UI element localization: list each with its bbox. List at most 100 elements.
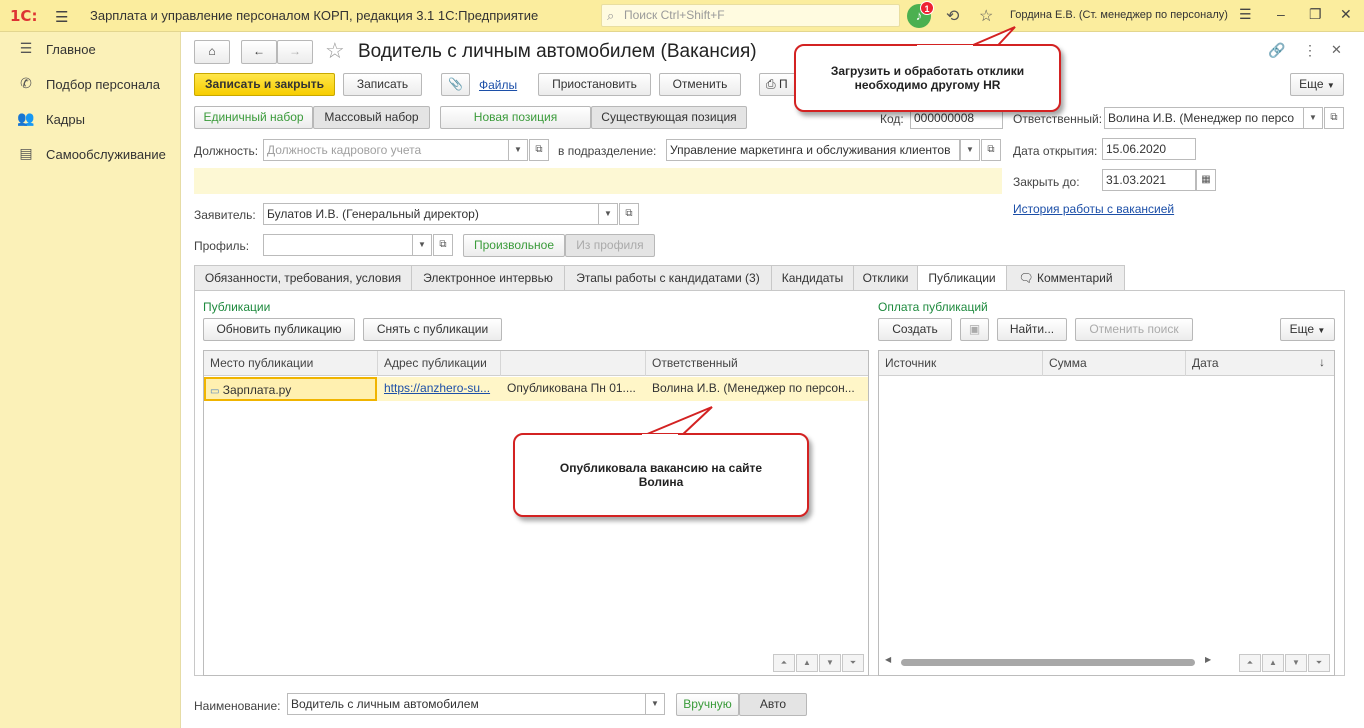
forward-button[interactable]: →: [277, 40, 313, 64]
more-vert-icon[interactable]: ⋮: [1303, 42, 1317, 59]
chevron-down-icon: ▼: [514, 145, 522, 154]
sidebar-item-selfservice[interactable]: ▤ Самообслуживание: [0, 140, 181, 170]
col-responsible[interactable]: Ответственный: [646, 351, 868, 376]
tab-stages[interactable]: Этапы работы с кандидатами (3): [564, 265, 772, 291]
place-cell[interactable]: ▭ Зарплата.ру: [204, 377, 377, 401]
applicant-field[interactable]: Булатов И.В. (Генеральный директор): [263, 203, 599, 225]
attach-button[interactable]: 📎: [441, 73, 470, 96]
position-dropdown[interactable]: ▼: [508, 139, 528, 161]
create-button[interactable]: Создать: [878, 318, 952, 341]
arrow-left-icon: ←: [253, 44, 265, 58]
name-dropdown[interactable]: ▼: [645, 693, 665, 715]
update-publication-button[interactable]: Обновить публикацию: [203, 318, 355, 341]
col-status[interactable]: [501, 351, 646, 376]
sort-desc-icon[interactable]: ↓: [1319, 355, 1325, 369]
existing-position-toggle[interactable]: Существующая позиция: [591, 106, 747, 129]
sidebar-item-main[interactable]: ☰ Главное: [0, 35, 181, 65]
col-address[interactable]: Адрес публикации: [378, 351, 501, 376]
back-button[interactable]: ←: [241, 40, 277, 64]
sidebar-item-label: Кадры: [46, 112, 85, 127]
open-date-field[interactable]: 15.06.2020: [1102, 138, 1196, 160]
tab-candidates[interactable]: Кандидаты: [771, 265, 854, 291]
cancel-search-button[interactable]: Отменить поиск: [1075, 318, 1193, 341]
files-link[interactable]: Файлы: [479, 78, 517, 92]
calendar-button[interactable]: ▦: [1196, 169, 1216, 191]
minimize-icon[interactable]: –: [1277, 6, 1285, 22]
settings-lines-icon[interactable]: ☰: [1239, 6, 1252, 23]
name-auto-toggle[interactable]: Авто: [739, 693, 807, 716]
applicant-open[interactable]: ⧉: [619, 203, 639, 225]
col-amount[interactable]: Сумма: [1043, 351, 1186, 376]
copy-icon: ▣: [968, 322, 981, 336]
tab-responses[interactable]: Отклики: [853, 265, 918, 291]
new-position-toggle[interactable]: Новая позиция: [440, 106, 591, 129]
tab-interview[interactable]: Электронное интервью: [411, 265, 565, 291]
responsible-open[interactable]: ⧉: [1324, 107, 1344, 129]
favorite-star-icon[interactable]: ☆: [325, 38, 345, 64]
nav-up[interactable]: ▲: [796, 654, 818, 672]
tab-publications[interactable]: Публикации: [917, 265, 1007, 291]
nav-first[interactable]: ⏶: [773, 654, 795, 672]
cancel-button[interactable]: Отменить: [659, 73, 741, 96]
profile-open[interactable]: ⧉: [433, 234, 453, 256]
history-link[interactable]: История работы с вакансией: [1013, 202, 1174, 216]
address-cell[interactable]: https://anzhero-su...: [378, 377, 501, 401]
copy-button[interactable]: ▣: [960, 318, 989, 341]
position-field[interactable]: Должность кадрового учета: [263, 139, 509, 161]
close-date-field[interactable]: 31.03.2021: [1102, 169, 1196, 191]
suspend-button[interactable]: Приостановить: [538, 73, 651, 96]
home-button[interactable]: ⌂: [194, 40, 230, 64]
sidebar-item-personnel[interactable]: 👥 Кадры: [0, 105, 181, 135]
department-open[interactable]: ⧉: [981, 139, 1001, 161]
name-field[interactable]: Водитель с личным автомобилем: [287, 693, 646, 715]
nav-down[interactable]: ▼: [819, 654, 841, 672]
nav-up[interactable]: ▲: [1262, 654, 1284, 672]
nav-last[interactable]: ⏷: [1308, 654, 1330, 672]
scroll-left-icon[interactable]: ◀: [885, 655, 891, 664]
profile-arbitrary-toggle[interactable]: Произвольное: [463, 234, 565, 257]
find-button[interactable]: Найти...: [997, 318, 1067, 341]
current-user[interactable]: Гордина Е.В. (Ст. менеджер по персоналу): [1010, 9, 1228, 21]
last-icon: ⏷: [1315, 658, 1323, 667]
sidebar-item-recruiting[interactable]: ✆ Подбор персонала: [0, 70, 181, 100]
search-input[interactable]: ⌕ Поиск Ctrl+Shift+F: [601, 4, 900, 27]
horizontal-scrollbar[interactable]: [901, 659, 1195, 666]
profile-field[interactable]: [263, 234, 413, 256]
scroll-right-icon[interactable]: ▶: [1205, 655, 1211, 664]
tab-duties[interactable]: Обязанности, требования, условия: [194, 265, 412, 291]
mass-hire-toggle[interactable]: Массовый набор: [313, 106, 430, 129]
form-close-icon[interactable]: ✕: [1331, 42, 1342, 58]
nav-last[interactable]: ⏷: [842, 654, 864, 672]
remove-publication-button[interactable]: Снять с публикации: [363, 318, 502, 341]
col-date[interactable]: Дата: [1186, 351, 1334, 376]
responsible-field[interactable]: Волина И.В. (Менеджер по персо: [1104, 107, 1304, 129]
col-place[interactable]: Место публикации: [204, 351, 378, 376]
applicant-dropdown[interactable]: ▼: [598, 203, 618, 225]
save-close-button[interactable]: Записать и закрыть: [194, 73, 335, 96]
tab-comment[interactable]: 🗨 Комментарий: [1006, 265, 1125, 291]
home-icon: ⌂: [208, 44, 216, 58]
payments-more-button[interactable]: Еще ▼: [1280, 318, 1335, 341]
table-row[interactable]: ▭ Зарплата.ру https://anzhero-su... Опуб…: [204, 377, 868, 401]
print-button[interactable]: ⎙ П: [759, 73, 799, 96]
more-button[interactable]: Еще ▼: [1290, 73, 1344, 96]
profile-dropdown[interactable]: ▼: [412, 234, 432, 256]
responsible-dropdown[interactable]: ▼: [1303, 107, 1323, 129]
nav-down[interactable]: ▼: [1285, 654, 1307, 672]
profile-from-toggle[interactable]: Из профиля: [565, 234, 655, 257]
single-hire-toggle[interactable]: Единичный набор: [194, 106, 313, 129]
history-icon[interactable]: ⟲: [946, 6, 959, 26]
nav-first[interactable]: ⏶: [1239, 654, 1261, 672]
link-icon[interactable]: 🔗: [1268, 42, 1285, 59]
col-source[interactable]: Источник: [879, 351, 1043, 376]
department-field[interactable]: Управление маркетинга и обслуживания кли…: [666, 139, 960, 161]
site-icon: ▭: [210, 386, 220, 397]
save-button[interactable]: Записать: [343, 73, 422, 96]
name-manual-toggle[interactable]: Вручную: [676, 693, 739, 716]
star-icon[interactable]: ☆: [979, 6, 993, 26]
burger-menu-icon[interactable]: ☰: [55, 8, 68, 26]
restore-icon[interactable]: ❐: [1309, 6, 1322, 23]
department-dropdown[interactable]: ▼: [960, 139, 980, 161]
position-open[interactable]: ⧉: [529, 139, 549, 161]
close-icon[interactable]: ✕: [1340, 6, 1352, 23]
